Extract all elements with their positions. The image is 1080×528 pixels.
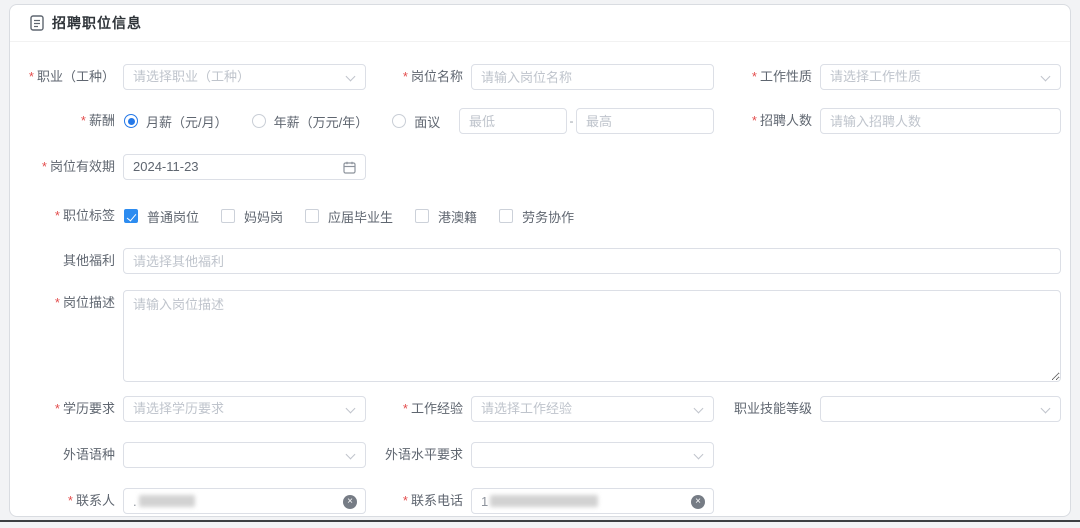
benefits-input[interactable] (123, 248, 1061, 274)
radio-icon (392, 114, 406, 128)
description-label: 岗位描述 (10, 290, 115, 316)
work-nature-label: 工作性质 (704, 64, 812, 90)
salary-radio-group: 月薪（元/月） 年薪（万元/年） 面议 (124, 108, 464, 134)
radio-label: 年薪（万元/年） (274, 112, 369, 131)
job-name-input[interactable] (471, 64, 714, 90)
tag-checkbox-graduate[interactable]: 应届毕业生 (305, 207, 393, 226)
experience-placeholder: 请选择工作经验 (481, 401, 572, 416)
skill-level-label: 职业技能等级 (704, 396, 812, 422)
lang-level-label: 外语水平要求 (356, 442, 463, 468)
foreign-lang-label: 外语语种 (10, 442, 115, 468)
headcount-input[interactable] (820, 108, 1061, 134)
recruit-position-form-card: 招聘职位信息 职业（工种） 请选择职业（工种） 岗位名称 工作性质 请选择工作性… (9, 4, 1071, 517)
radio-label: 月薪（元/月） (146, 112, 228, 131)
contact-phone-label: 联系电话 (356, 488, 463, 514)
section-title: 招聘职位信息 (52, 5, 142, 42)
salary-radio-monthly[interactable]: 月薪（元/月） (124, 112, 228, 131)
contact-visible-prefix: . (133, 494, 137, 509)
checkbox-icon (221, 209, 235, 223)
redacted-value (490, 495, 598, 507)
valid-date-picker[interactable]: 2024-11-23 (123, 154, 366, 180)
checkbox-label: 劳务协作 (522, 207, 574, 226)
chevron-down-icon (1041, 404, 1051, 414)
radio-label: 面议 (414, 112, 440, 131)
chevron-down-icon (346, 72, 356, 82)
experience-label: 工作经验 (356, 396, 463, 422)
foreign-lang-select[interactable] (123, 442, 366, 468)
valid-date-label: 岗位有效期 (10, 154, 115, 180)
window-bottom-edge (0, 520, 1080, 522)
description-textarea[interactable] (123, 290, 1061, 382)
job-name-label: 岗位名称 (356, 64, 463, 90)
checkbox-icon (305, 209, 319, 223)
contact-label: 联系人 (10, 488, 115, 514)
work-nature-select[interactable]: 请选择工作性质 (820, 64, 1061, 90)
chevron-down-icon (694, 450, 704, 460)
radio-icon (124, 114, 138, 128)
radio-icon (252, 114, 266, 128)
salary-max-input[interactable] (576, 108, 714, 134)
salary-label: 薪酬 (10, 108, 115, 134)
tags-label: 职位标签 (10, 206, 115, 226)
checkbox-icon (415, 209, 429, 223)
chevron-down-icon (694, 404, 704, 414)
tag-checkbox-labor[interactable]: 劳务协作 (499, 207, 574, 226)
phone-visible-prefix: 1 (481, 494, 488, 509)
occupation-select[interactable]: 请选择职业（工种） (123, 64, 366, 90)
salary-radio-negotiable[interactable]: 面议 (392, 112, 440, 131)
skill-level-select[interactable] (820, 396, 1061, 422)
checkbox-label: 普通岗位 (147, 207, 199, 226)
headcount-label: 招聘人数 (704, 108, 812, 134)
checkbox-label: 应届毕业生 (328, 207, 393, 226)
tag-checkbox-normal[interactable]: 普通岗位 (124, 207, 199, 226)
redacted-value (139, 495, 195, 507)
calendar-icon (343, 161, 356, 174)
education-select[interactable]: 请选择学历要求 (123, 396, 366, 422)
tags-checkbox-group: 普通岗位 妈妈岗 应届毕业生 港澳籍 劳务协作 (124, 206, 596, 226)
valid-date-value: 2024-11-23 (124, 155, 365, 179)
checkbox-label: 港澳籍 (438, 207, 477, 226)
chevron-down-icon (1041, 72, 1051, 82)
chevron-down-icon (346, 404, 356, 414)
occupation-placeholder: 请选择职业（工种） (133, 69, 250, 84)
education-placeholder: 请选择学历要求 (133, 401, 224, 416)
work-nature-placeholder: 请选择工作性质 (830, 69, 921, 84)
salary-radio-yearly[interactable]: 年薪（万元/年） (252, 112, 369, 131)
salary-min-input[interactable] (459, 108, 567, 134)
checkbox-label: 妈妈岗 (244, 207, 283, 226)
chevron-down-icon (346, 450, 356, 460)
checkbox-icon (124, 209, 138, 223)
contact-phone-input[interactable]: 1 × (471, 488, 714, 514)
experience-select[interactable]: 请选择工作经验 (471, 396, 714, 422)
form-doc-icon (30, 15, 44, 31)
lang-level-select[interactable] (471, 442, 714, 468)
salary-range-separator: - (567, 108, 576, 134)
clear-icon[interactable]: × (691, 495, 705, 509)
tag-checkbox-mama[interactable]: 妈妈岗 (221, 207, 283, 226)
section-header: 招聘职位信息 (10, 5, 1070, 42)
clear-icon[interactable]: × (343, 495, 357, 509)
contact-input[interactable]: . × (123, 488, 366, 514)
benefits-label: 其他福利 (10, 248, 115, 274)
checkbox-icon (499, 209, 513, 223)
tag-checkbox-hkmo[interactable]: 港澳籍 (415, 207, 477, 226)
occupation-label: 职业（工种） (10, 64, 115, 90)
education-label: 学历要求 (10, 396, 115, 422)
